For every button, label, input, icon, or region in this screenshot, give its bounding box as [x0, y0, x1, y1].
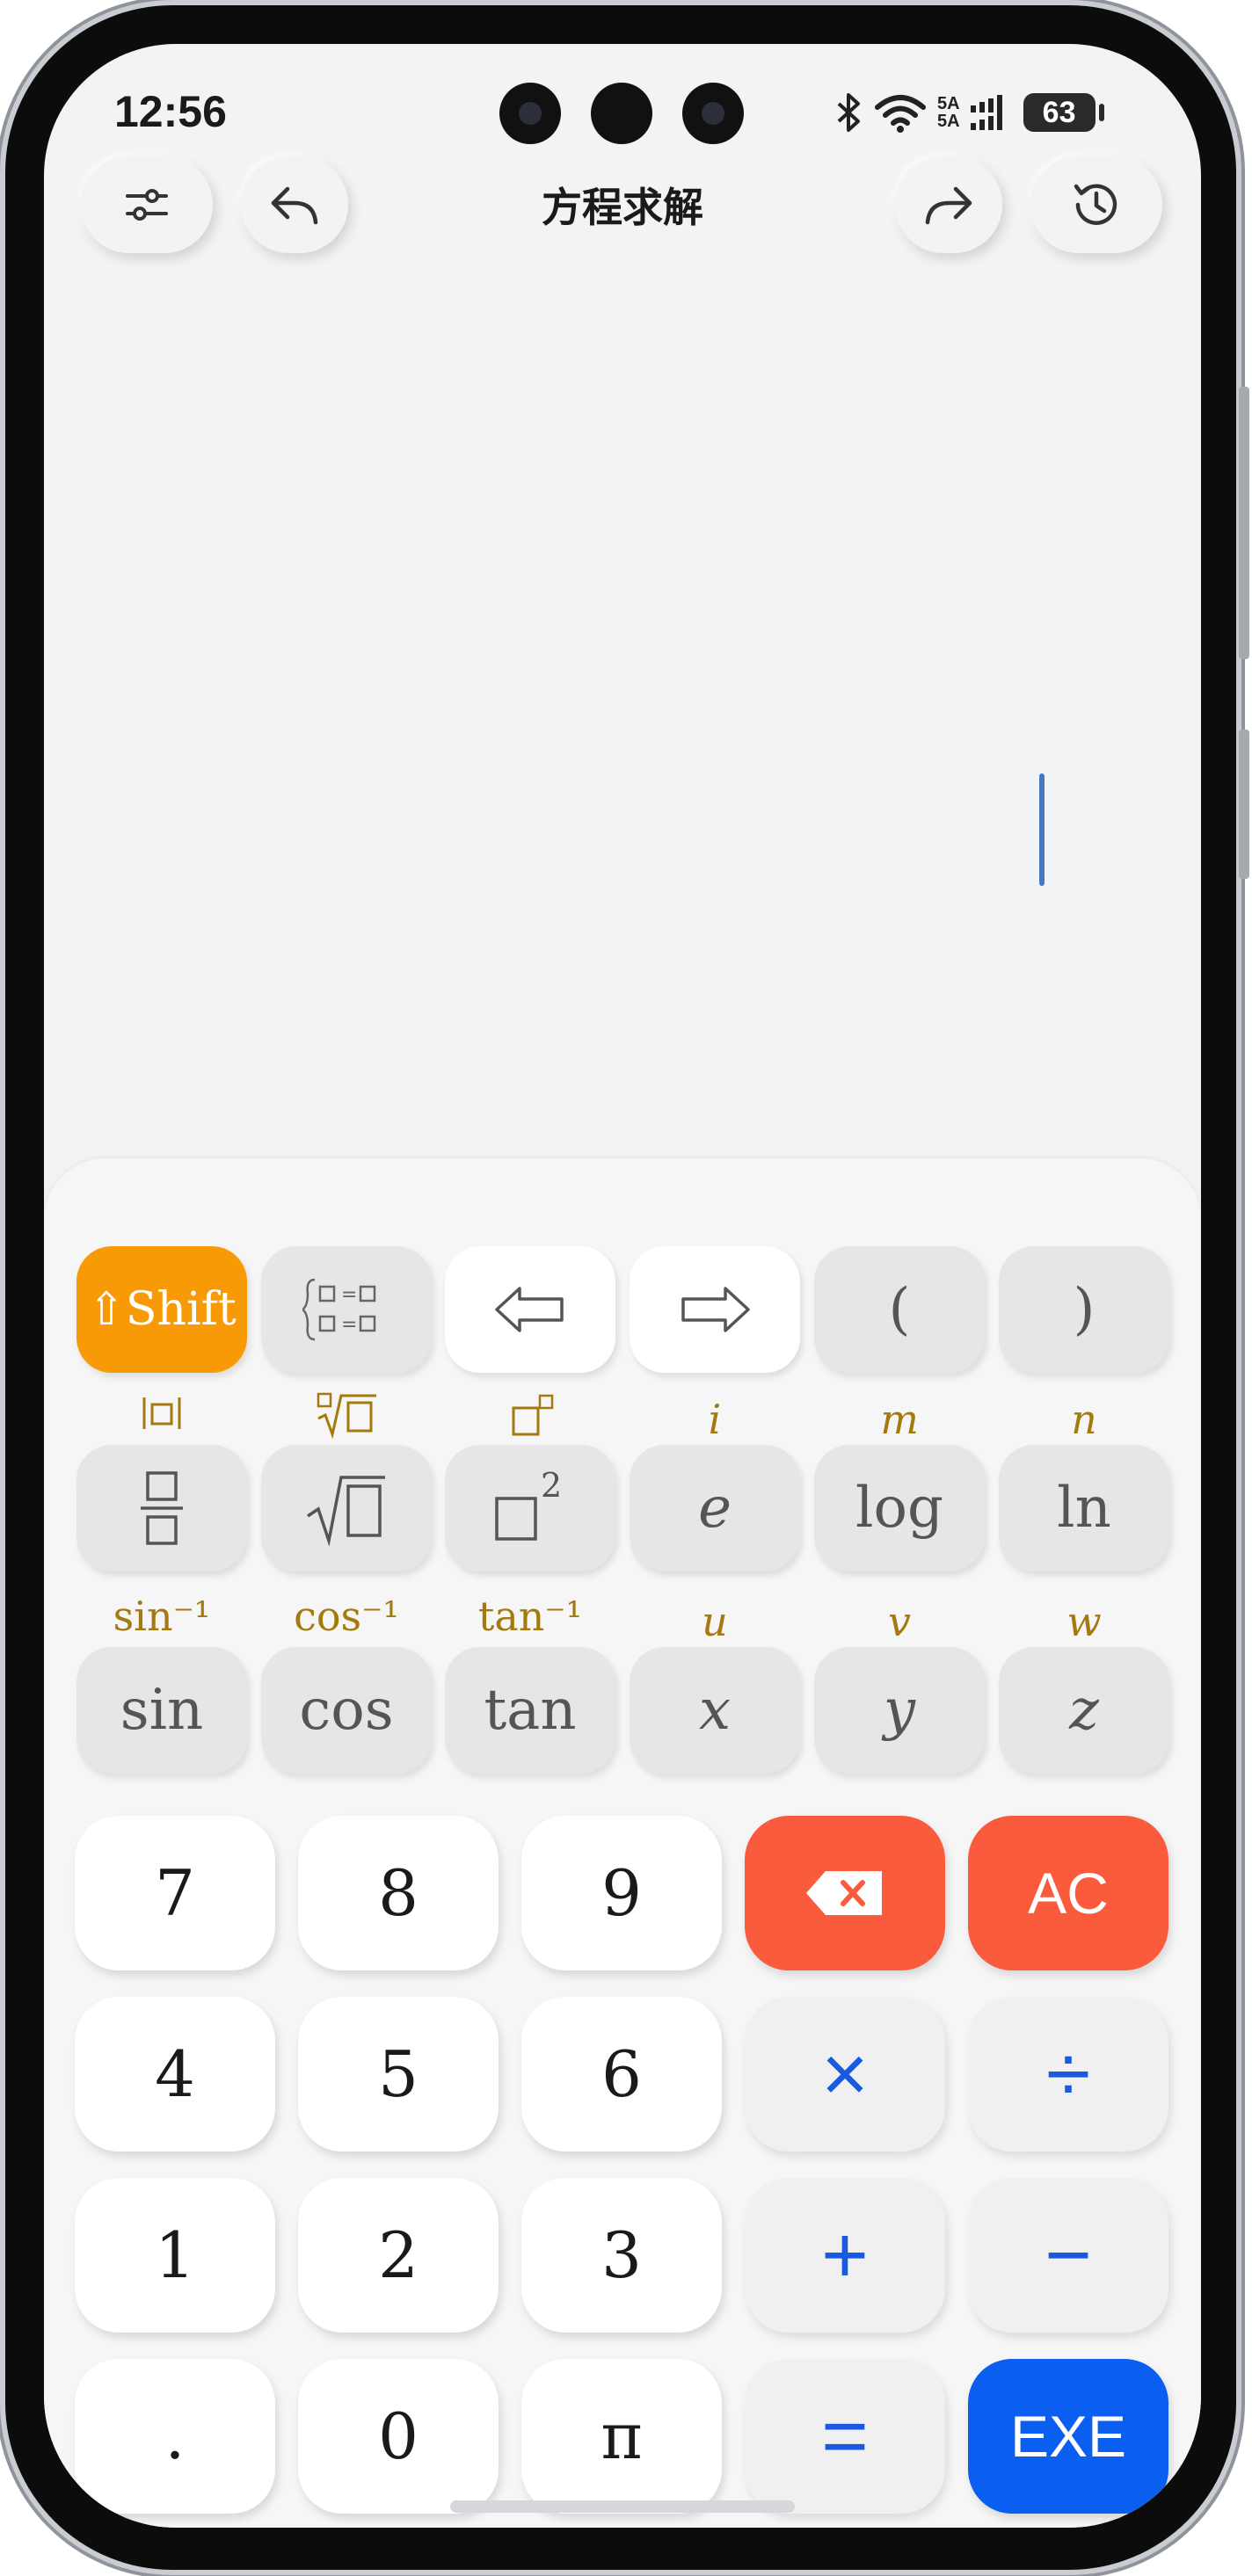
history-button[interactable] — [1030, 156, 1162, 253]
network-label-1: 5A — [937, 94, 960, 113]
i-secondary-label: i — [708, 1396, 722, 1443]
square-key[interactable]: 2 — [445, 1445, 615, 1571]
sqrt-key[interactable] — [261, 1445, 432, 1571]
paren-close-key[interactable]: ) — [999, 1246, 1169, 1373]
home-indicator[interactable] — [450, 2500, 795, 2513]
n-secondary-label: n — [1071, 1396, 1097, 1443]
w-secondary-label: w — [1066, 1598, 1102, 1645]
digit-9-key[interactable]: 9 — [521, 1816, 722, 1970]
backspace-key[interactable] — [745, 1816, 945, 1970]
wifi-icon — [875, 95, 926, 133]
svg-text:2: 2 — [541, 1469, 562, 1505]
divide-key[interactable]: ÷ — [968, 1997, 1168, 2152]
fraction-key[interactable] — [76, 1445, 247, 1571]
abs-secondary-label — [76, 1390, 247, 1444]
digit-2-key[interactable]: 2 — [298, 2178, 499, 2333]
tan-key[interactable]: tan — [445, 1647, 615, 1774]
sin-key[interactable]: sin — [76, 1647, 247, 1774]
camera-lens-left — [499, 83, 561, 144]
battery-icon: 63 — [1023, 93, 1104, 132]
fraction-icon — [141, 1471, 183, 1545]
log-key[interactable]: log — [814, 1445, 985, 1571]
redo-icon — [925, 186, 972, 225]
digit-0-key[interactable]: 0 — [298, 2359, 499, 2514]
all-clear-key[interactable]: AC — [968, 1816, 1168, 1970]
backspace-icon — [806, 1871, 882, 1915]
cursor-left-key[interactable] — [445, 1246, 615, 1373]
digit-4-key[interactable]: 4 — [75, 1997, 275, 2152]
v-secondary-label: v — [888, 1598, 911, 1645]
bluetooth-icon — [837, 93, 860, 132]
y-key[interactable]: y — [814, 1647, 985, 1774]
arrow-left-icon — [495, 1287, 564, 1332]
equals-key[interactable]: = — [745, 2359, 945, 2514]
network-type: 5A 5A — [937, 95, 960, 130]
power-icon — [512, 1394, 554, 1436]
digit-1-key[interactable]: 1 — [75, 2178, 275, 2333]
keyboard-panel: ⇧Shift = = () i m n 2 e log ln sin⁻¹ co… — [44, 1158, 1201, 2528]
sqrt-icon — [307, 1476, 385, 1546]
network-label-2: 5A — [937, 112, 960, 131]
digit-7-key[interactable]: 7 — [75, 1816, 275, 1970]
volume-button — [1239, 387, 1249, 659]
battery-level: 63 — [1042, 95, 1076, 129]
abs-value-icon — [142, 1397, 181, 1429]
digit-8-key[interactable]: 8 — [298, 1816, 499, 1970]
ln-key[interactable]: ln — [999, 1445, 1169, 1571]
e-key[interactable]: e — [630, 1445, 800, 1571]
cursor-right-key[interactable] — [630, 1246, 800, 1373]
pi-key[interactable]: π — [521, 2359, 722, 2514]
z-key[interactable]: z — [999, 1647, 1169, 1774]
equation-system-key[interactable]: = = — [261, 1246, 432, 1373]
arrow-right-icon — [681, 1287, 750, 1332]
page-title: 方程求解 — [542, 185, 703, 230]
input-cursor[interactable] — [1039, 773, 1045, 886]
power-button — [1239, 729, 1249, 879]
minus-key[interactable]: − — [968, 2178, 1168, 2333]
paren-open-key[interactable]: ( — [814, 1246, 985, 1373]
m-secondary-label: m — [880, 1396, 919, 1443]
x-key[interactable]: x — [630, 1647, 800, 1774]
plus-key[interactable]: + — [745, 2178, 945, 2333]
digit-3-key[interactable]: 3 — [521, 2178, 722, 2333]
phone-frame: 12:56 5A 5A 63 方程求解 ⇧Shift = = () i m n… — [0, 0, 1252, 2576]
decimal-point-key[interactable]: . — [75, 2359, 275, 2514]
cos-key[interactable]: cos — [261, 1647, 432, 1774]
history-icon — [1074, 184, 1117, 225]
svg-text:=: = — [341, 1284, 357, 1306]
multiply-key[interactable]: × — [745, 1997, 945, 2152]
power-secondary-label — [445, 1390, 615, 1449]
redo-button[interactable] — [895, 156, 1002, 253]
camera-lens-right — [682, 83, 744, 144]
asin-secondary-label: sin⁻¹ — [113, 1593, 211, 1640]
status-time: 12:56 — [114, 87, 227, 136]
shift-key[interactable]: ⇧Shift — [76, 1246, 247, 1373]
svg-text:=: = — [341, 1314, 357, 1336]
nth-root-secondary-label — [261, 1390, 432, 1449]
u-secondary-label: u — [702, 1598, 728, 1645]
camera-lens-center — [591, 83, 652, 144]
digit-5-key[interactable]: 5 — [298, 1997, 499, 2152]
status-icons: 5A 5A 63 — [833, 88, 1104, 137]
atan-secondary-label: tan⁻¹ — [477, 1593, 583, 1640]
execute-key[interactable]: EXE — [968, 2359, 1168, 2514]
signal-icon — [970, 95, 1002, 130]
digit-6-key[interactable]: 6 — [521, 1997, 722, 2152]
screen: 12:56 5A 5A 63 方程求解 ⇧Shift = = () i m n… — [44, 44, 1201, 2528]
nth-root-icon — [317, 1392, 376, 1440]
square-icon: 2 — [495, 1469, 562, 1541]
equation-system-icon: = = — [302, 1278, 376, 1341]
acos-secondary-label: cos⁻¹ — [294, 1593, 399, 1640]
